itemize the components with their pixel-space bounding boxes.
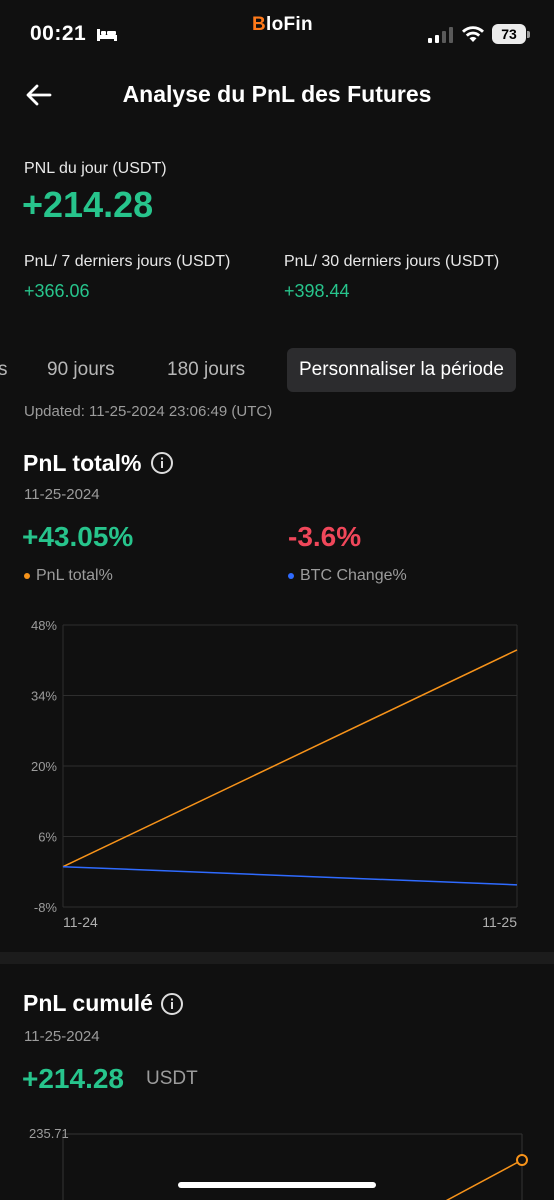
home-indicator (178, 1182, 376, 1188)
y-tick-label: 48% (31, 618, 57, 633)
pnl-total-chart: 48% 34% 20% 6% -8% 11-24 11-25 (31, 618, 518, 930)
cumulative-pnl-value: +214.28 (22, 1063, 124, 1094)
chart2-series-line (445, 1159, 523, 1200)
back-arrow-icon[interactable] (24, 80, 54, 110)
wifi-icon (462, 26, 484, 42)
total-pnl-date: 11-25-2024 (24, 486, 100, 503)
y-tick-label: 20% (31, 759, 57, 774)
status-time: 00:21 (30, 22, 87, 45)
week-pnl-value: +366.06 (24, 281, 90, 301)
tab-180-days[interactable]: 180 jours (167, 348, 245, 392)
month-pnl-value: +398.44 (284, 281, 350, 301)
cumulative-pnl-unit: USDT (146, 1068, 198, 1089)
x-tick-label: 11-25 (482, 914, 517, 930)
legend-btc-change: BTC Change% (288, 567, 407, 585)
total-pnl-value: +43.05% (22, 521, 134, 552)
cellular-signal-icon (428, 27, 453, 43)
period-tabs: s 90 jours 180 jours Personnaliser la pé… (0, 348, 554, 394)
updated-timestamp: Updated: 11-25-2024 23:06:49 (UTC) (24, 403, 273, 420)
battery-tip (527, 31, 530, 38)
month-pnl-label: PnL/ 30 derniers jours (USDT) (284, 253, 500, 270)
daily-pnl-value: +214.28 (22, 184, 154, 225)
cumulative-pnl-title: PnL cumulé (23, 990, 153, 1016)
battery-indicator: 73 (492, 24, 526, 44)
tab-90-days[interactable]: 90 jours (47, 348, 115, 392)
info-icon[interactable] (150, 451, 174, 475)
legend-dot-orange (24, 572, 30, 579)
series-line-pnl-total (62, 649, 518, 868)
tab-partial[interactable]: s (0, 348, 8, 392)
daily-pnl-label: PNL du jour (USDT) (24, 160, 167, 177)
chart2-end-point (516, 1154, 528, 1166)
bed-icon (97, 29, 117, 41)
legend-dot-blue (288, 572, 294, 579)
y-tick-label: 34% (31, 689, 57, 704)
x-tick-label: 11-24 (63, 914, 98, 930)
chart2-y-tick-top: 235.71 (29, 1126, 69, 1141)
cumulative-pnl-date: 11-25-2024 (24, 1028, 100, 1045)
y-tick-label: -8% (34, 900, 58, 915)
nav-header: Analyse du PnL des Futures (0, 70, 554, 120)
legend-pnl-total: PnL total% (24, 567, 113, 585)
status-bar: 00:21 BloFin 73 (0, 0, 554, 64)
page-title: Analyse du PnL des Futures (122, 81, 432, 107)
info-icon[interactable] (160, 992, 184, 1016)
series-line-btc-change (62, 865, 518, 886)
btc-change-value: -3.6% (288, 521, 362, 552)
tab-custom-period[interactable]: Personnaliser la période (287, 348, 516, 392)
week-pnl-label: PnL/ 7 derniers jours (USDT) (24, 253, 231, 270)
total-pnl-title: PnL total% (23, 450, 142, 476)
brand-logo: BloFin (252, 14, 313, 35)
y-tick-label: 6% (38, 830, 57, 845)
section-divider (0, 952, 554, 964)
cumulative-pnl-chart: 235.71 (29, 1126, 528, 1200)
